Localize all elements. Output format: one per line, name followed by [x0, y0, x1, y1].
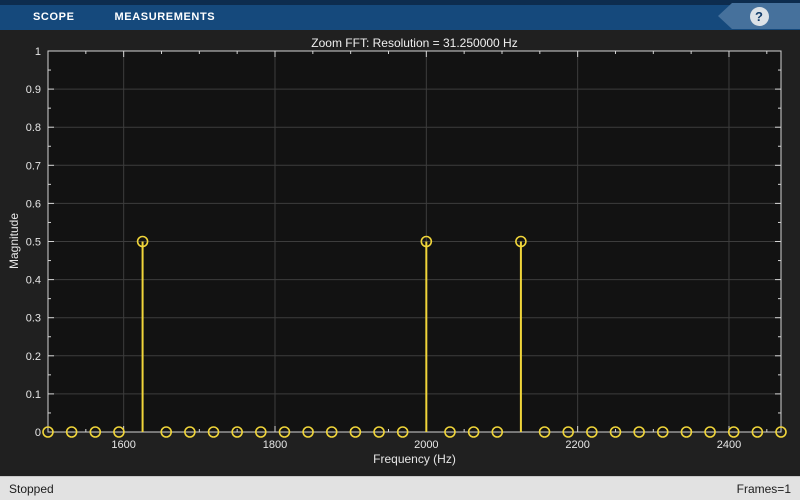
y-axis-label: Magnitude [7, 212, 21, 270]
y-tick-label: 0.3 [26, 313, 41, 325]
y-tick-label: 0.8 [26, 122, 41, 134]
x-tick-label: 2200 [565, 439, 589, 451]
y-tick-label: 1 [35, 46, 41, 58]
y-tick-label: 0.6 [26, 198, 41, 210]
y-tick-label: 0.5 [26, 237, 41, 249]
status-text: Stopped [9, 481, 54, 496]
y-tick-label: 0.9 [26, 84, 41, 96]
y-tick-label: 0.2 [26, 351, 41, 363]
frames-counter: Frames=1 [736, 481, 791, 496]
toolstrip-tabs: SCOPE MEASUREMENTS [13, 5, 235, 30]
tab-scope[interactable]: SCOPE [13, 5, 95, 30]
status-bar: Stopped Frames=1 [0, 476, 800, 500]
y-tick-label: 0.4 [26, 275, 41, 287]
plot-canvas[interactable]: 1600 1800 2000 2200 2400 0 0.1 0.2 0.3 0.4 0.5 0.6 0… [0, 30, 800, 476]
x-tick-label: 2000 [414, 439, 438, 451]
y-tick-label: 0 [35, 427, 41, 439]
help-button[interactable]: ? [718, 3, 800, 29]
x-tick-label: 1800 [263, 439, 287, 451]
toolstrip: SCOPE MEASUREMENTS ? [0, 0, 800, 30]
tab-measurements[interactable]: MEASUREMENTS [95, 5, 236, 30]
x-tick-label: 2400 [717, 439, 741, 451]
x-axis-label: Frequency (Hz) [373, 452, 456, 466]
y-tick-label: 0.1 [26, 389, 41, 401]
x-tick-label: 1600 [111, 439, 135, 451]
scope-figure: Zoom FFT: Resolution = 31.250000 Hz 1600… [0, 30, 800, 476]
help-icon: ? [749, 6, 769, 26]
y-tick-label: 0.7 [26, 160, 41, 172]
